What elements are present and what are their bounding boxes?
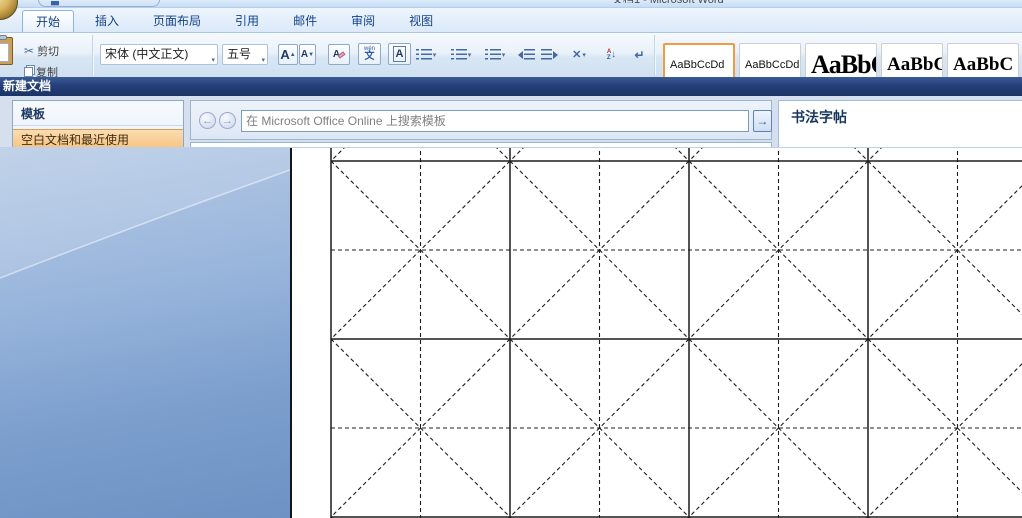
save-icon[interactable]	[51, 1, 59, 7]
shrink-font-icon: A	[301, 49, 308, 60]
templates-panel: 模板 空白文档和最近使用	[12, 100, 184, 148]
clipboard-paper-icon	[0, 43, 9, 62]
group-separator	[92, 35, 93, 75]
desktop-background	[0, 148, 290, 518]
chevron-down-icon[interactable]: ▾	[261, 51, 265, 65]
dialog-title-bar: 新建文档	[0, 77, 1022, 96]
ribbon-tab-引用[interactable]: 引用	[222, 10, 272, 33]
asian-layout-button[interactable]: ✕ ▾	[564, 44, 594, 65]
back-arrow-icon: ←	[202, 115, 213, 127]
style-preview-label: AaBbC	[953, 54, 1013, 76]
phonetic-guide-icon: wén 文	[364, 46, 375, 62]
decrease-indent-button[interactable]	[516, 44, 537, 65]
bullets-icon	[416, 49, 419, 60]
sort-button[interactable]: AZ ↓	[601, 44, 622, 65]
title-bar: ↶ ↷ ▾ 文档1 - Microsoft Word	[0, 0, 1022, 8]
grow-font-button[interactable]: A▲	[278, 44, 298, 65]
template-search-input[interactable]	[241, 110, 749, 132]
font-size-combo[interactable]: 五号 ▾	[222, 44, 268, 65]
desktop-swoosh	[0, 148, 290, 518]
templates-header: 模板	[13, 101, 183, 126]
forward-button[interactable]: →	[219, 112, 236, 129]
calligraphy-grid	[292, 148, 1022, 518]
font-name-combo[interactable]: 宋体 (中文正文) ▾	[100, 44, 218, 65]
style-preview-3[interactable]: AaBbC	[881, 43, 943, 77]
font-name-value: 宋体 (中文正文)	[105, 47, 188, 61]
go-arrow-icon: →	[757, 114, 769, 128]
window-title-fragment: 文档1 - Microsoft Word	[612, 0, 742, 3]
ribbon-tab-审阅[interactable]: 审阅	[338, 10, 388, 33]
new-document-dialog: 模板 空白文档和最近使用 ← → → 书法字帖	[0, 96, 1022, 148]
clipboard-icon	[0, 35, 7, 40]
cut-button[interactable]: ✂ 剪切	[24, 43, 59, 59]
style-preview-label: AaBbCcDd	[670, 59, 724, 71]
dialog-title: 新建文档	[3, 79, 51, 93]
style-preview-label: AaBbC	[887, 54, 943, 76]
bullets-button[interactable]: ▾	[410, 44, 442, 65]
show-marks-button[interactable]: ↵	[629, 44, 650, 65]
word-window: ↶ ↷ ▾ 文档1 - Microsoft Word 开始插入页面布局引用邮件审…	[0, 0, 1022, 518]
search-panel: ← → →	[190, 100, 772, 140]
ribbon-tab-开始[interactable]: 开始	[22, 10, 74, 33]
back-button[interactable]: ←	[199, 112, 216, 129]
style-preview-label: AaBbCcDd	[745, 59, 799, 71]
scissors-icon: ✂	[24, 44, 34, 58]
quick-access-toolbar: ↶ ↷ ▾	[38, 0, 160, 7]
shrink-font-button[interactable]: A▼	[299, 44, 316, 65]
ribbon-tab-视图[interactable]: 视图	[396, 10, 446, 33]
preview-panel: 书法字帖	[778, 100, 1022, 148]
character-border-button[interactable]: A	[388, 43, 411, 65]
ribbon-tab-row: 开始插入页面布局引用邮件审阅视图	[0, 8, 1022, 33]
style-preview-2[interactable]: AaBbC	[805, 43, 877, 77]
copy-icon	[24, 67, 33, 77]
phonetic-guide-button[interactable]: wén 文	[358, 43, 381, 65]
increase-indent-icon	[541, 49, 552, 60]
undo-icon[interactable]: ↶	[67, 0, 75, 2]
forward-arrow-icon: →	[222, 115, 233, 127]
ribbon-tab-邮件[interactable]: 邮件	[280, 10, 330, 33]
character-border-icon: A	[393, 46, 407, 62]
ribbon: ✂ 剪切 复制 宋体 (中文正文) ▾ 五号 ▾ A▲ A▼ A wén 文	[0, 33, 1022, 77]
qat-dropdown-icon[interactable]: ▾	[145, 0, 149, 2]
numbering-icon	[451, 49, 454, 60]
style-preview-0[interactable]: AaBbCcDd	[663, 43, 735, 77]
increase-indent-button[interactable]	[539, 44, 560, 65]
style-preview-1[interactable]: AaBbCcDd	[739, 43, 801, 77]
show-marks-icon: ↵	[634, 48, 644, 62]
style-preview-4[interactable]: AaBbC	[947, 43, 1019, 77]
ribbon-tab-插入[interactable]: 插入	[82, 10, 132, 33]
ribbon-tab-页面布局[interactable]: 页面布局	[140, 10, 214, 33]
decrease-indent-icon	[518, 51, 523, 59]
copy-label: 复制	[36, 64, 58, 77]
search-go-button[interactable]: →	[753, 110, 772, 132]
style-preview-label: AaBbC	[811, 50, 877, 77]
font-size-value: 五号	[227, 47, 251, 61]
document-page	[292, 148, 1022, 518]
preview-title: 书法字帖	[779, 101, 1022, 127]
redo-icon[interactable]: ↷	[83, 0, 91, 2]
grow-font-icon: A	[280, 47, 289, 62]
paste-button[interactable]	[0, 37, 13, 65]
chevron-down-icon[interactable]: ▾	[211, 51, 215, 65]
group-separator	[654, 35, 655, 75]
category-blank-recent[interactable]: 空白文档和最近使用	[13, 129, 183, 148]
cut-label: 剪切	[37, 43, 59, 59]
asian-layout-icon: ✕	[572, 48, 581, 61]
clear-formatting-button[interactable]: A	[328, 44, 350, 65]
copy-button[interactable]: 复制	[24, 64, 58, 77]
multilevel-list-button[interactable]: ▾	[480, 44, 510, 65]
numbering-button[interactable]: ▾	[445, 44, 477, 65]
multilevel-list-icon	[485, 49, 488, 60]
